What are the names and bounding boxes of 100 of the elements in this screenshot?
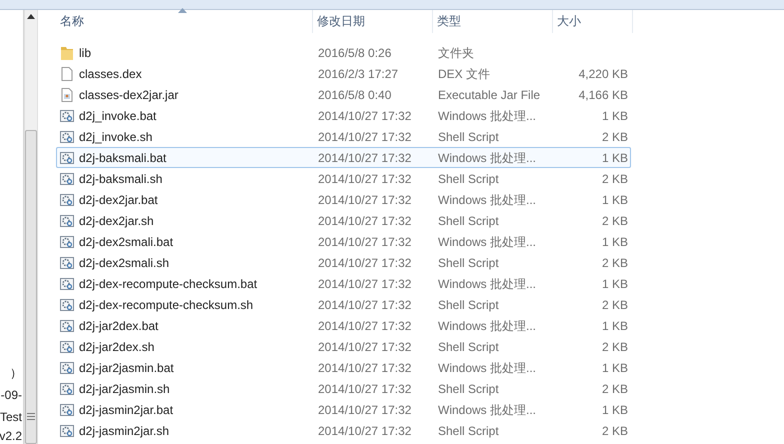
modified-date: 2014/10/27 17:32 [318, 276, 412, 290]
column-header[interactable]: 名称 [56, 10, 313, 33]
modified-date: 2014/10/27 17:32 [318, 340, 412, 354]
file-name: d2j-jar2jasmin.bat [79, 360, 174, 376]
file-size: 1 KB [602, 402, 628, 416]
file-name: classes-dex2jar.jar [79, 86, 178, 104]
file-row[interactable]: d2j-dex-recompute-checksum.sh 2014/10/27 17:32 Shell Script 2 KB [56, 294, 631, 315]
modified-date: 2014/10/27 17:32 [318, 382, 412, 396]
file-size: 1 KB [602, 192, 628, 206]
tree-item[interactable]: Test [0, 410, 22, 424]
file-type: Shell Script [438, 424, 499, 438]
file-size: 1 KB [602, 150, 628, 164]
file-size: 2 KB [602, 382, 628, 396]
gear-file-icon [59, 276, 75, 292]
image-file-icon [59, 86, 75, 102]
file-type: Windows 批处理... [438, 360, 536, 374]
gear-file-icon [59, 402, 75, 418]
modified-date: 2014/10/27 17:32 [318, 318, 412, 332]
modified-date: 2014/10/27 17:32 [318, 360, 412, 374]
file-name: d2j-dex2jar.sh [79, 212, 154, 230]
scrollbar[interactable] [24, 10, 38, 444]
file-row[interactable]: classes.dex 2016/2/3 17:27 DEX 文件 4,220 KB [56, 63, 631, 84]
file-type: Windows 批处理... [438, 234, 536, 248]
file-type: Shell Script [438, 382, 499, 396]
file-name: classes.dex [79, 66, 142, 82]
scrollbar-thumb[interactable] [25, 130, 37, 444]
file-size: 2 KB [602, 340, 628, 354]
file-name: d2j-jasmin2jar.sh [79, 422, 170, 440]
file-size: 2 KB [602, 130, 628, 144]
file-size: 1 KB [602, 234, 628, 248]
tree-item[interactable]: ） [10, 366, 22, 380]
file-row[interactable]: d2j-jar2jasmin.sh 2014/10/27 17:32 Shell Script 2 KB [56, 378, 631, 399]
gear-file-icon [59, 422, 75, 438]
file-row[interactable]: d2j-baksmali.bat 2014/10/27 17:32 Windows 批处理... 1 KB [56, 147, 631, 168]
document-icon [59, 66, 75, 82]
file-type: Shell Script [438, 172, 499, 186]
grip-icon [27, 413, 35, 420]
file-row[interactable]: d2j-dex-recompute-checksum.bat 2014/10/27 17:32 Windows 批处理... 1 KB [56, 273, 631, 294]
modified-date: 2014/10/27 17:32 [318, 424, 412, 438]
modified-date: 2014/10/27 17:32 [318, 172, 412, 186]
file-name: d2j_invoke.sh [79, 128, 152, 146]
column-header[interactable]: 类型 [433, 10, 553, 33]
file-row[interactable]: d2j-jar2dex.sh 2014/10/27 17:32 Shell Script 2 KB [56, 336, 631, 357]
file-name: d2j-jar2jasmin.sh [79, 380, 170, 398]
file-name: d2j-baksmali.sh [79, 170, 162, 188]
column-header[interactable]: 修改日期 [313, 10, 433, 33]
file-name: d2j-dex2smali.bat [79, 234, 174, 250]
gear-file-icon [59, 108, 75, 124]
file-type: Windows 批处理... [438, 276, 536, 290]
file-name: d2j-dex-recompute-checksum.bat [79, 276, 258, 292]
gear-file-icon [59, 318, 75, 334]
file-name: d2j-dex2smali.sh [79, 254, 170, 272]
gear-file-icon [59, 150, 75, 166]
file-size: 2 KB [602, 214, 628, 228]
file-type: Executable Jar File [438, 88, 540, 102]
file-type: 文件夹 [438, 46, 474, 60]
modified-date: 2014/10/27 17:32 [318, 192, 412, 206]
modified-date: 2014/10/27 17:32 [318, 108, 412, 122]
file-size: 2 KB [602, 298, 628, 312]
file-row[interactable]: d2j-jasmin2jar.sh 2014/10/27 17:32 Shell Script 2 KB [56, 420, 631, 441]
file-type: Shell Script [438, 130, 499, 144]
tree-item[interactable]: -09- [0, 388, 22, 402]
file-type: Shell Script [438, 214, 499, 228]
file-name: d2j_invoke.bat [79, 108, 156, 124]
file-row[interactable]: lib 2016/5/8 0:26 文件夹 [56, 42, 631, 63]
file-size: 1 KB [602, 108, 628, 122]
file-name: d2j-dex2jar.bat [79, 192, 158, 208]
file-size: 2 KB [602, 172, 628, 186]
gear-file-icon [59, 380, 75, 396]
file-name: d2j-jasmin2jar.bat [79, 402, 174, 418]
file-row[interactable]: d2j-dex2jar.bat 2014/10/27 17:32 Windows 批处理... 1 KB [56, 189, 631, 210]
file-type: Windows 批处理... [438, 318, 536, 332]
file-size: 1 KB [602, 360, 628, 374]
file-size: 4,166 KB [578, 88, 628, 102]
file-row[interactable]: d2j-dex2smali.sh 2014/10/27 17:32 Shell Script 2 KB [56, 252, 631, 273]
scroll-up-icon[interactable] [27, 14, 35, 19]
gear-file-icon [59, 296, 75, 312]
file-size: 1 KB [602, 318, 628, 332]
file-name: d2j-dex-recompute-checksum.sh [79, 296, 254, 314]
gear-file-icon [59, 234, 75, 250]
modified-date: 2014/10/27 17:32 [318, 150, 412, 164]
file-type: Shell Script [438, 256, 499, 270]
file-type: Windows 批处理... [438, 402, 536, 416]
file-row[interactable]: d2j-jar2jasmin.bat 2014/10/27 17:32 Windows 批处理... 1 KB [56, 357, 631, 378]
file-row[interactable]: d2j-dex2jar.sh 2014/10/27 17:32 Shell Script 2 KB [56, 210, 631, 231]
modified-date: 2014/10/27 17:32 [318, 298, 412, 312]
file-row[interactable]: d2j-dex2smali.bat 2014/10/27 17:32 Windows 批处理... 1 KB [56, 231, 631, 252]
gear-file-icon [59, 338, 75, 354]
file-name: d2j-jar2dex.bat [79, 318, 158, 334]
file-row[interactable]: d2j-baksmali.sh 2014/10/27 17:32 Shell Script 2 KB [56, 168, 631, 189]
file-row[interactable]: d2j_invoke.sh 2014/10/27 17:32 Shell Script 2 KB [56, 126, 631, 147]
file-row[interactable]: classes-dex2jar.jar 2016/5/8 0:40 Executable Jar File 4,166 KB [56, 84, 631, 105]
gear-file-icon [59, 128, 75, 144]
file-row[interactable]: d2j-jasmin2jar.bat 2014/10/27 17:32 Windows 批处理... 1 KB [56, 399, 631, 420]
file-name: d2j-jar2dex.sh [79, 338, 154, 356]
file-row[interactable]: d2j_invoke.bat 2014/10/27 17:32 Windows 批处理... 1 KB [56, 105, 631, 126]
column-header[interactable]: 大小 [553, 10, 633, 33]
gear-file-icon [59, 360, 75, 376]
file-row[interactable]: d2j-jar2dex.bat 2014/10/27 17:32 Windows 批处理... 1 KB [56, 315, 631, 336]
file-type: Windows 批处理... [438, 150, 536, 164]
